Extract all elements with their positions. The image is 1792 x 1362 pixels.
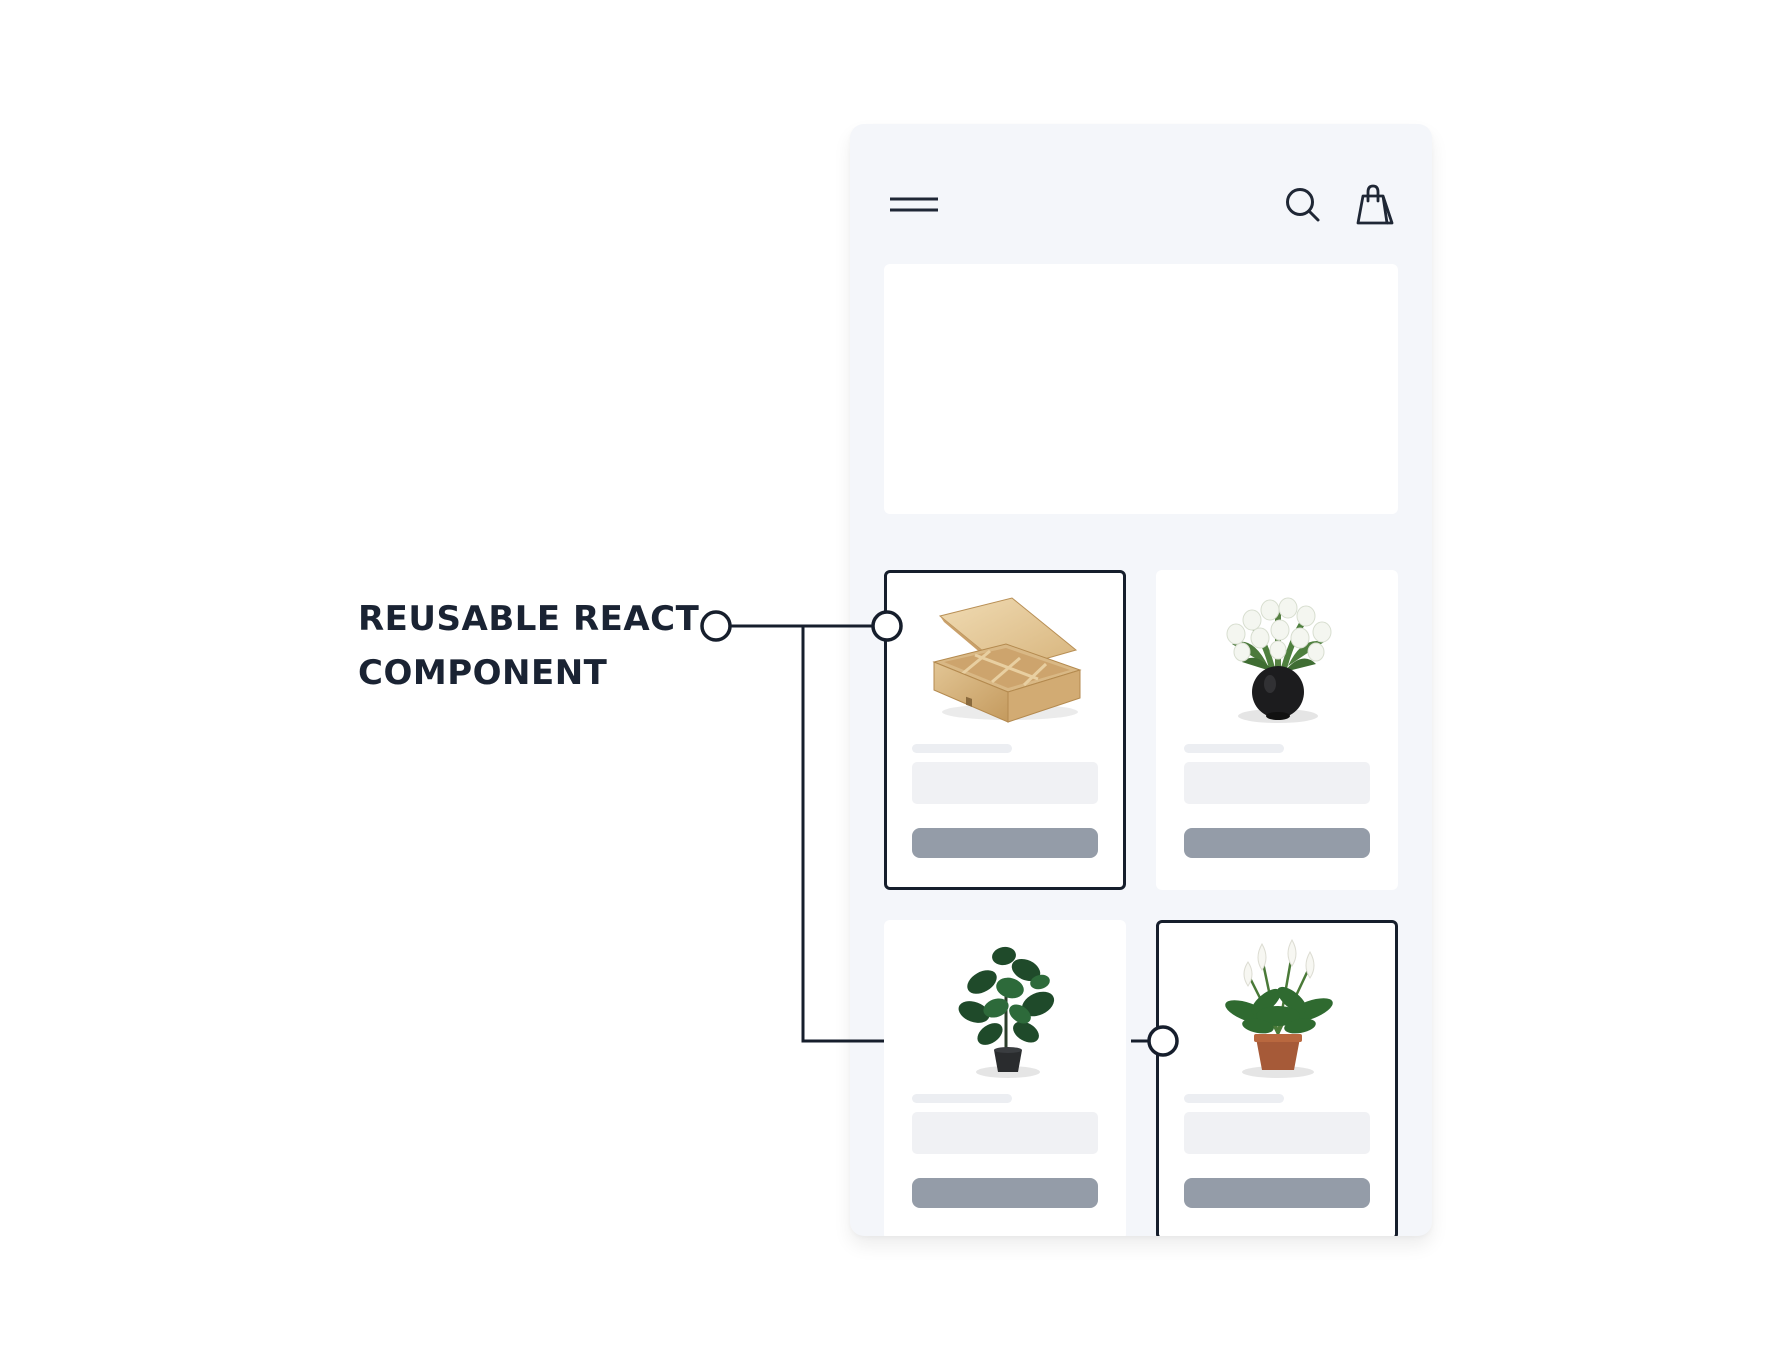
title-skeleton bbox=[912, 744, 1012, 753]
callout-line-1: REUSABLE REACT bbox=[358, 599, 700, 639]
product-card-2[interactable] bbox=[1156, 570, 1398, 890]
title-skeleton bbox=[1184, 1094, 1284, 1103]
wooden-box-image bbox=[932, 597, 1082, 723]
phone-mockup bbox=[850, 124, 1432, 1236]
title-skeleton bbox=[912, 1094, 1012, 1103]
description-skeleton bbox=[912, 762, 1098, 804]
add-to-cart-button-skeleton[interactable] bbox=[1184, 1178, 1370, 1208]
product-card-3[interactable] bbox=[884, 920, 1126, 1236]
title-skeleton bbox=[1184, 744, 1284, 753]
white-tulips-vase-image bbox=[1226, 597, 1332, 723]
add-to-cart-button-skeleton[interactable] bbox=[912, 828, 1098, 858]
description-skeleton bbox=[1184, 1112, 1370, 1154]
potted-rubber-plant-image bbox=[958, 946, 1055, 1078]
description-skeleton bbox=[1184, 762, 1370, 804]
hamburger-menu-icon[interactable] bbox=[890, 194, 938, 218]
add-to-cart-button-skeleton[interactable] bbox=[1184, 828, 1370, 858]
search-icon[interactable] bbox=[1284, 186, 1322, 224]
callout-line-2: COMPONENT bbox=[358, 653, 608, 693]
add-to-cart-button-skeleton[interactable] bbox=[912, 1178, 1098, 1208]
peace-lily-pot-image bbox=[1225, 938, 1333, 1078]
description-skeleton bbox=[912, 1112, 1098, 1154]
product-card-1[interactable] bbox=[884, 570, 1126, 890]
shopping-bag-icon[interactable] bbox=[1356, 184, 1394, 226]
product-card-4[interactable] bbox=[1156, 920, 1398, 1236]
callout-label: REUSABLE REACT COMPONENT bbox=[358, 592, 718, 700]
hero-banner-placeholder bbox=[884, 264, 1398, 514]
